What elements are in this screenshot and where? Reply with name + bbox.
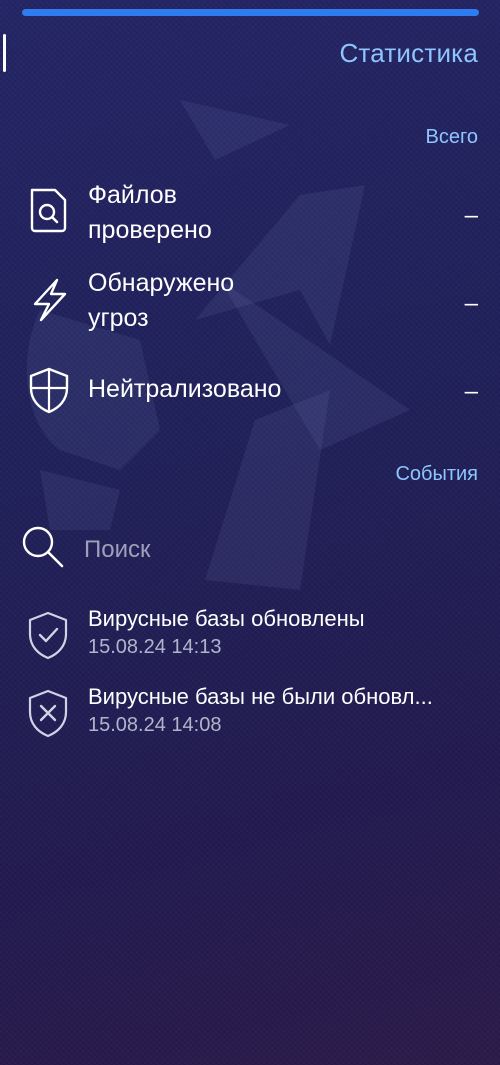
progress-bar xyxy=(22,9,479,16)
stat-label-line1: Обнаружено xyxy=(88,269,235,297)
page-title: Статистика xyxy=(339,38,478,68)
stat-threats-detected: Обнаружено угроз – xyxy=(0,266,500,346)
stat-value: – xyxy=(464,378,478,405)
event-search[interactable] xyxy=(0,518,500,578)
stat-neutralized: Нейтрализовано – xyxy=(0,364,500,444)
shield-icon xyxy=(29,367,69,414)
event-title: Вирусные базы обновлены xyxy=(88,606,365,631)
search-icon[interactable] xyxy=(20,524,66,570)
stat-label-line1: Нейтрализовано xyxy=(88,375,282,403)
search-input[interactable] xyxy=(82,532,466,568)
lightning-icon xyxy=(33,278,67,322)
stat-value: – xyxy=(464,202,478,229)
drawer-handle[interactable] xyxy=(3,34,6,72)
event-title: Вирусные базы не были обновл... xyxy=(88,684,433,709)
stat-files-scanned: Файлов проверено – xyxy=(0,178,500,258)
event-time: 15.08.24 14:08 xyxy=(88,714,222,736)
stat-label-line1: Файлов xyxy=(88,181,177,209)
event-item-bases-not-updated[interactable]: Вирусные базы не были обновл... 15.08.24… xyxy=(0,682,500,752)
event-item-bases-updated[interactable]: Вирусные базы обновлены 15.08.24 14:13 xyxy=(0,604,500,674)
stat-label-line2: угроз xyxy=(88,304,149,332)
stat-value: – xyxy=(464,290,478,317)
shield-x-icon xyxy=(28,689,68,738)
shield-check-icon xyxy=(28,611,68,660)
stat-label-line2: проверено xyxy=(88,216,212,244)
event-time: 15.08.24 14:13 xyxy=(88,636,222,658)
totals-section-label: Всего xyxy=(425,126,478,148)
events-section-label: События xyxy=(395,463,478,485)
file-search-icon xyxy=(30,188,67,233)
